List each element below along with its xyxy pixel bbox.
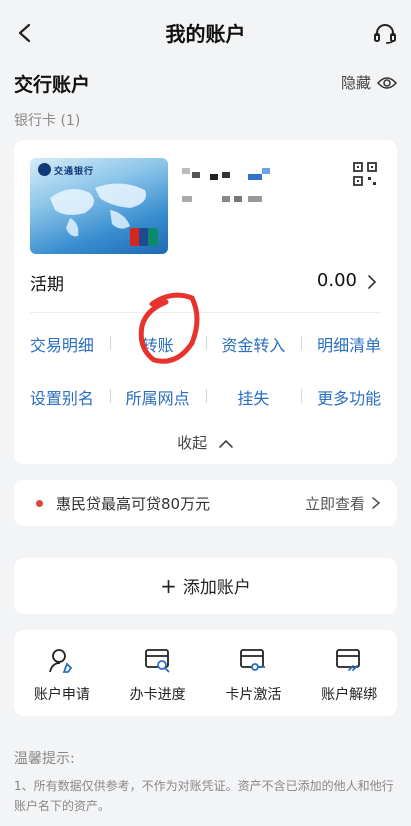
account-actions-row-2: 设置别名 所属网点 挂失 更多功能 [14,385,397,409]
set-alias-button[interactable]: 设置别名 [14,385,110,409]
tips-title: 温馨提示: [14,751,75,767]
card-count-label: 银行卡 (1) [14,113,81,129]
report-loss-button[interactable]: 挂失 [205,385,302,409]
chevron-up-icon [219,439,233,448]
plus-icon: + [160,574,177,598]
hide-toggle[interactable]: 隐藏 [341,72,397,93]
card-activate-button[interactable]: 卡片激活 [206,630,302,716]
bank-card-image[interactable]: 交通银行 [30,158,168,254]
account-balance[interactable]: 0.00 [317,270,357,291]
service-label: 办卡进度 [129,687,186,703]
card-progress-button[interactable]: 办卡进度 [110,630,206,716]
card-key-icon [240,649,266,671]
section-title: 交行账户 [14,74,91,96]
chevron-right-icon [372,497,381,509]
qr-code-icon[interactable] [353,162,377,186]
service-label: 账户申请 [33,687,90,703]
service-label: 卡片激活 [225,687,282,703]
loan-promo-bar[interactable]: 惠民贷最高可贷80万元 立即查看 [14,480,397,526]
eye-icon [377,76,397,89]
account-type: 活期 [30,275,64,295]
promo-text: 惠民贷最高可贷80万元 [56,495,211,513]
account-apply-button[interactable]: 账户申请 [14,630,110,716]
bank-name: 交通银行 [54,167,95,177]
collapse-label: 收起 [177,434,208,452]
user-edit-icon [48,649,73,673]
card-search-icon [144,649,170,673]
account-actions-row-1: 交易明细 转账 资金转入 明细清单 [14,332,397,356]
tips-text: 1、所有数据仅供参考，不作为对账凭证。资产不含已添加的他人和他行账户名下的资产。 [14,779,394,813]
statement-list-button[interactable]: 明细清单 [301,332,397,356]
more-functions-button[interactable]: 更多功能 [301,385,397,409]
promo-dot [36,500,43,507]
branch-button[interactable]: 所属网点 [109,385,206,409]
fund-transfer-in-button[interactable]: 资金转入 [205,332,302,356]
masked-card-number [182,168,270,202]
transaction-details-button[interactable]: 交易明细 [14,332,110,356]
hide-label: 隐藏 [340,74,371,92]
transfer-button[interactable]: 转账 [109,332,206,356]
bank-logo [38,163,51,176]
top-bar: 我的账户 [0,0,411,66]
account-card: 交通银行 活期 0.00 交易明细 转账 资金转入 明细清单 设置别名 所属网点… [14,140,397,464]
headset-icon[interactable] [373,22,397,44]
unionpay-logo [130,228,158,246]
divider [30,312,381,313]
chevron-right-icon[interactable] [365,273,379,291]
collapse-button[interactable]: 收起 [14,432,397,453]
add-account-button[interactable]: + 添加账户 [14,558,397,614]
add-account-label: 添加账户 [182,578,251,598]
service-label: 账户解绑 [321,687,378,703]
page-title: 我的账户 [165,22,246,46]
service-shortcuts: 账户申请 办卡进度 卡片激活 账户解绑 [14,630,397,716]
card-link-icon [336,649,361,671]
promo-link[interactable]: 立即查看 [305,493,365,514]
account-unbind-button[interactable]: 账户解绑 [301,630,397,716]
